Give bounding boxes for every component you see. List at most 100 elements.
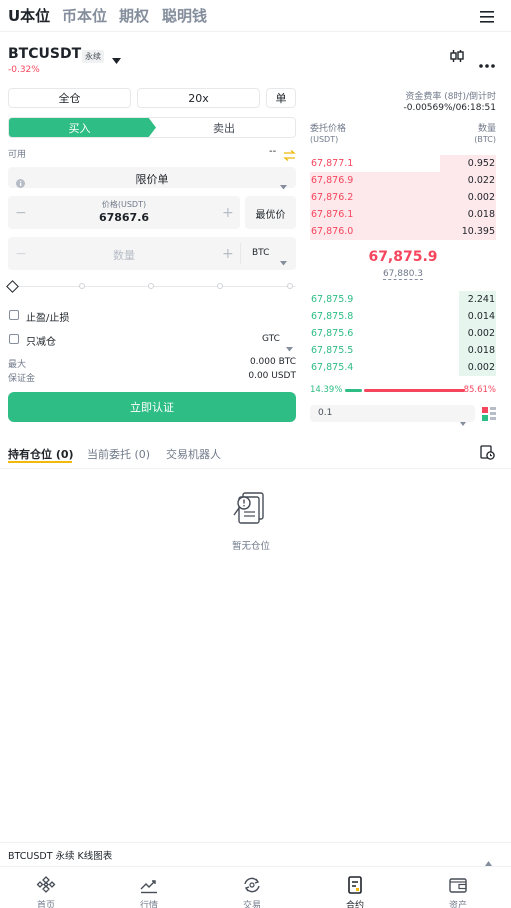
bid-price: 67,875.8: [311, 311, 354, 322]
tab-trading-bots[interactable]: 交易机器人: [166, 446, 221, 462]
reduce-only-label: 只减仓: [26, 337, 56, 348]
ask-price: 67,876.0: [311, 226, 354, 237]
ask-row[interactable]: 67,876.0 10.395: [310, 223, 496, 240]
nav-futures[interactable]: 合约: [325, 876, 385, 908]
orderbook-layout-icon[interactable]: [482, 406, 496, 421]
available-value: --: [269, 146, 277, 157]
trade-exchange-icon: [244, 877, 260, 893]
nav-trade[interactable]: 交易: [222, 876, 282, 908]
ask-price: 67,876.2: [311, 192, 354, 203]
bid-row[interactable]: 67,875.9 2.241: [310, 291, 496, 308]
symbol-title[interactable]: BTCUSDT: [8, 46, 81, 62]
max-label: 最大: [8, 360, 27, 370]
more-icon[interactable]: [479, 53, 495, 68]
best-price-label: 最优价: [255, 210, 286, 221]
price-increase-button[interactable]: +: [222, 205, 234, 221]
quantity-slider-handle[interactable]: [6, 280, 19, 293]
nav-assets[interactable]: 资产: [428, 876, 488, 908]
slider-mark-75[interactable]: [217, 283, 223, 289]
empty-positions-icon: [232, 488, 270, 526]
mark-price[interactable]: 67,880.3: [310, 269, 496, 280]
symbol-dropdown-icon[interactable]: [112, 50, 121, 64]
last-price[interactable]: 67,875.9: [310, 249, 496, 265]
precision-select[interactable]: [310, 405, 475, 422]
bid-row[interactable]: 67,875.6 0.002: [310, 325, 496, 342]
bid-price: 67,875.4: [311, 362, 354, 373]
kline-chart-toggle[interactable]: BTCUSDT 永续 K线图表: [8, 848, 112, 862]
margin-label: 保证金: [8, 374, 36, 384]
bid-row[interactable]: 67,875.8 0.014: [310, 308, 496, 325]
transfer-icon[interactable]: [283, 146, 296, 161]
orderbook-qty-header: 数量: [477, 124, 496, 134]
available-label: 可用: [8, 150, 27, 160]
price-input-label: 价格(USDT): [101, 200, 147, 209]
tab-smart-money[interactable]: 聪明钱: [162, 5, 207, 26]
perpetual-badge: 永续: [82, 50, 104, 63]
time-in-force-select[interactable]: GTC: [262, 334, 280, 344]
ask-row[interactable]: 67,876.2 0.002: [310, 189, 496, 206]
sell-ratio: 85.61%: [463, 385, 496, 395]
buy-ratio: 14.39%: [310, 385, 343, 395]
bid-row[interactable]: 67,875.5 0.018: [310, 342, 496, 359]
tab-positions[interactable]: 持有仓位 (0): [8, 446, 74, 462]
position-mode-button[interactable]: 单: [266, 88, 296, 108]
empty-positions-text: 暂无仓位: [231, 541, 270, 552]
sell-tab[interactable]: 卖出: [152, 120, 296, 136]
ask-row[interactable]: 67,877.1 0.952: [310, 155, 496, 172]
sell-ratio-bar: [364, 389, 465, 392]
nav-markets[interactable]: 行情: [119, 876, 179, 908]
bid-price: 67,875.5: [311, 345, 354, 356]
orderbook-qty-unit: (BTC): [474, 135, 496, 144]
slider-mark-50[interactable]: [148, 283, 154, 289]
ask-quantity: 0.022: [467, 175, 495, 186]
divider: [240, 243, 241, 264]
divider: [0, 866, 511, 867]
ask-price: 67,876.9: [311, 175, 354, 186]
bid-quantity: 0.002: [467, 328, 495, 339]
buy-tab[interactable]: 买入: [8, 120, 151, 136]
quantity-unit-select[interactable]: BTC: [252, 248, 269, 258]
caret-down-icon: [460, 411, 466, 426]
mark-price-value: 67,880.3: [382, 269, 424, 280]
order-type-label: 限价单: [135, 173, 169, 186]
bid-row[interactable]: 67,875.4 0.002: [310, 359, 496, 376]
ask-row[interactable]: 67,876.1 0.018: [310, 206, 496, 223]
quantity-increase-button[interactable]: +: [222, 246, 234, 262]
nav-futures-label: 合约: [345, 901, 364, 908]
leverage-button[interactable]: 20x: [137, 88, 260, 108]
candlestick-icon[interactable]: [450, 48, 464, 62]
bid-quantity: 0.002: [467, 362, 495, 373]
tp-sl-label: 止盈/止损: [26, 313, 70, 324]
divider: [0, 468, 511, 469]
tab-options[interactable]: 期权: [119, 5, 149, 26]
caret-up-icon[interactable]: [485, 851, 492, 866]
tab-coin-m[interactable]: 币本位: [62, 5, 107, 26]
quantity-placeholder: 数量: [113, 249, 135, 262]
slider-mark-100[interactable]: [287, 283, 293, 289]
nav-assets-label: 资产: [448, 901, 467, 908]
home-logo-icon: [36, 876, 56, 893]
caret-down-icon: [280, 175, 287, 190]
caret-down-icon: [286, 337, 293, 352]
ask-quantity: 0.018: [467, 209, 495, 220]
nav-home-label: 首页: [36, 901, 55, 908]
tp-sl-checkbox[interactable]: [9, 310, 19, 320]
active-tab-indicator: [8, 461, 72, 463]
futures-document-icon: [348, 876, 362, 894]
tab-usdt-m[interactable]: U本位: [8, 5, 50, 26]
ask-price: 67,877.1: [311, 158, 354, 169]
quantity-slider-track[interactable]: [14, 286, 296, 287]
slider-mark-25[interactable]: [79, 283, 85, 289]
order-history-icon[interactable]: [480, 445, 495, 460]
tab-open-orders[interactable]: 当前委托 (0): [87, 446, 150, 462]
margin-mode-button[interactable]: 全仓: [8, 88, 131, 108]
bid-price: 67,875.9: [311, 294, 354, 305]
ask-row[interactable]: 67,876.9 0.022: [310, 172, 496, 189]
precision-value: 0.1: [318, 408, 333, 418]
menu-icon[interactable]: [480, 8, 494, 23]
buy-ratio-bar: [345, 389, 362, 392]
nav-home[interactable]: 首页: [16, 876, 76, 908]
reduce-only-checkbox[interactable]: [9, 334, 19, 344]
ask-price: 67,876.1: [311, 209, 354, 220]
funding-rate-value: -0.00569%/06:18:51: [403, 103, 496, 113]
